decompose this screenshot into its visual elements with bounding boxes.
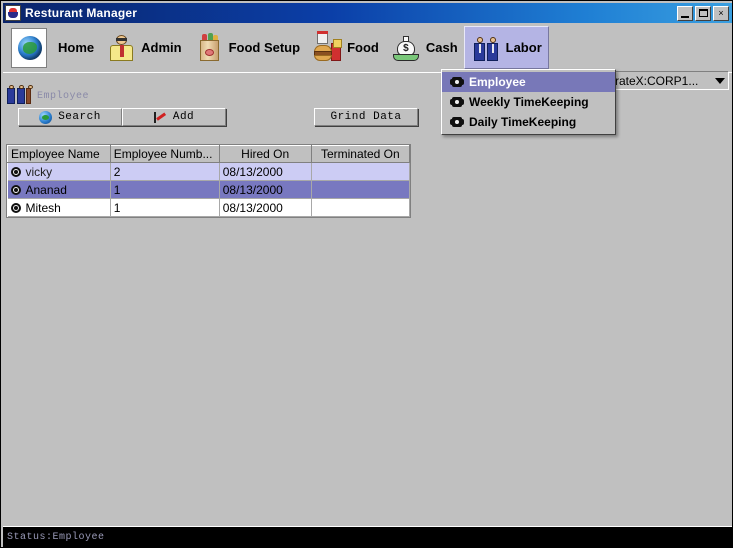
labor-dropdown-menu: Employee Weekly TimeKeeping Daily TimeKe… [441,69,616,135]
cell-terminated-on [311,198,411,217]
record-icon [10,202,21,213]
menu-item-weekly-timekeeping-label: Weekly TimeKeeping [469,95,589,109]
toolbar-item-food-setup-label: Food Setup [228,40,301,55]
menu-item-employee-label: Employee [469,75,526,89]
cell-employee-name: Mitesh [7,198,111,217]
gear-icon [450,97,464,107]
menu-item-daily-timekeeping[interactable]: Daily TimeKeeping [442,112,615,132]
table-row[interactable]: Mitesh 1 08/13/2000 [7,198,411,217]
cell-hired-on: 08/13/2000 [219,180,312,199]
toolbar-item-food-label: Food [347,40,379,55]
table-row[interactable]: vicky 2 08/13/2000 [7,162,411,181]
main-toolbar: Home Admin Food Setup Food Cash [3,24,732,71]
cell-hired-on: 08/13/2000 [219,162,312,181]
search-icon [39,110,53,124]
add-button[interactable]: Add [122,108,226,126]
column-header-hired-on[interactable]: Hired On [218,145,312,163]
status-bar: Status:Employee [3,526,732,547]
chef-cup-icon [5,5,21,21]
menu-item-employee[interactable]: Employee [442,72,615,92]
search-button-label: Search [58,111,101,123]
toolbar-item-food-setup[interactable]: Food Setup [188,26,307,69]
pen-check-icon [153,111,167,124]
cell-employee-name: Ananad [7,180,111,199]
cell-employee-name: vicky [7,162,111,181]
chevron-down-icon [715,77,725,84]
record-icon [10,166,21,177]
cell-terminated-on [311,162,411,181]
application-window: Resturant Manager × Home Admin Food Setu… [0,0,733,548]
gear-icon [450,77,464,87]
close-icon: × [718,7,724,18]
column-header-terminated-on[interactable]: Terminated On [310,145,411,163]
grind-data-button[interactable]: Grind Data [314,108,418,126]
column-header-employee-number[interactable]: Employee Numb... [109,145,220,163]
window-controls: × [677,5,730,21]
toolbar-item-cash[interactable]: Cash [385,26,464,69]
window-title: Resturant Manager [25,6,138,20]
toolbar-item-labor[interactable]: Labor [463,26,549,69]
table-header-row: Employee Name Employee Numb... Hired On … [7,145,411,163]
menu-item-daily-timekeeping-label: Daily TimeKeeping [469,115,577,129]
cell-employee-number: 1 [110,198,220,217]
corp-select-value: rateX:CORP1... [615,73,699,88]
two-people-icon [471,33,501,63]
toolbar-label-home-wrap[interactable]: Home [47,26,100,69]
employee-table: Employee Name Employee Numb... Hired On … [6,144,411,218]
minimize-button[interactable] [677,5,693,21]
gear-icon [450,117,464,127]
breadcrumb: Employee [37,91,90,102]
table-row[interactable]: Ananad 1 08/13/2000 [7,180,411,199]
status-text: Status:Employee [7,531,105,543]
employee-name-text: Ananad [25,182,67,197]
toolbar-item-admin-label: Admin [141,40,182,55]
person-icon [106,33,136,63]
menu-item-weekly-timekeeping[interactable]: Weekly TimeKeeping [442,92,615,112]
grind-data-button-label: Grind Data [330,111,402,123]
record-icon [10,184,21,195]
corp-select[interactable]: rateX:CORP1... [611,71,729,90]
toolbar-item-home-label: Home [58,40,95,55]
toolbar-item-admin[interactable]: Admin [100,26,187,69]
close-button[interactable]: × [713,5,729,21]
toolbar-item-home[interactable] [11,27,47,68]
burger-icon [312,30,343,63]
toolbar-item-cash-label: Cash [425,40,458,55]
cell-hired-on: 08/13/2000 [219,198,312,217]
content-panel [3,72,732,524]
globe-icon [14,33,44,63]
toolbar-item-labor-label: Labor [505,40,542,55]
two-people-small-icon [5,85,35,105]
money-bag-icon [391,33,421,63]
maximize-button[interactable] [695,5,711,21]
cell-employee-number: 1 [110,180,220,199]
search-button[interactable]: Search [18,108,122,126]
add-button-label: Add [172,111,195,123]
employee-name-text: Mitesh [25,200,61,215]
toolbar-item-food[interactable]: Food [306,26,385,69]
column-header-employee-name[interactable]: Employee Name [7,145,111,163]
employee-name-text: vicky [25,164,53,179]
grocery-bag-icon [194,32,224,63]
cell-employee-number: 2 [110,162,220,181]
cell-terminated-on [311,180,411,199]
title-bar: Resturant Manager × [3,3,732,23]
